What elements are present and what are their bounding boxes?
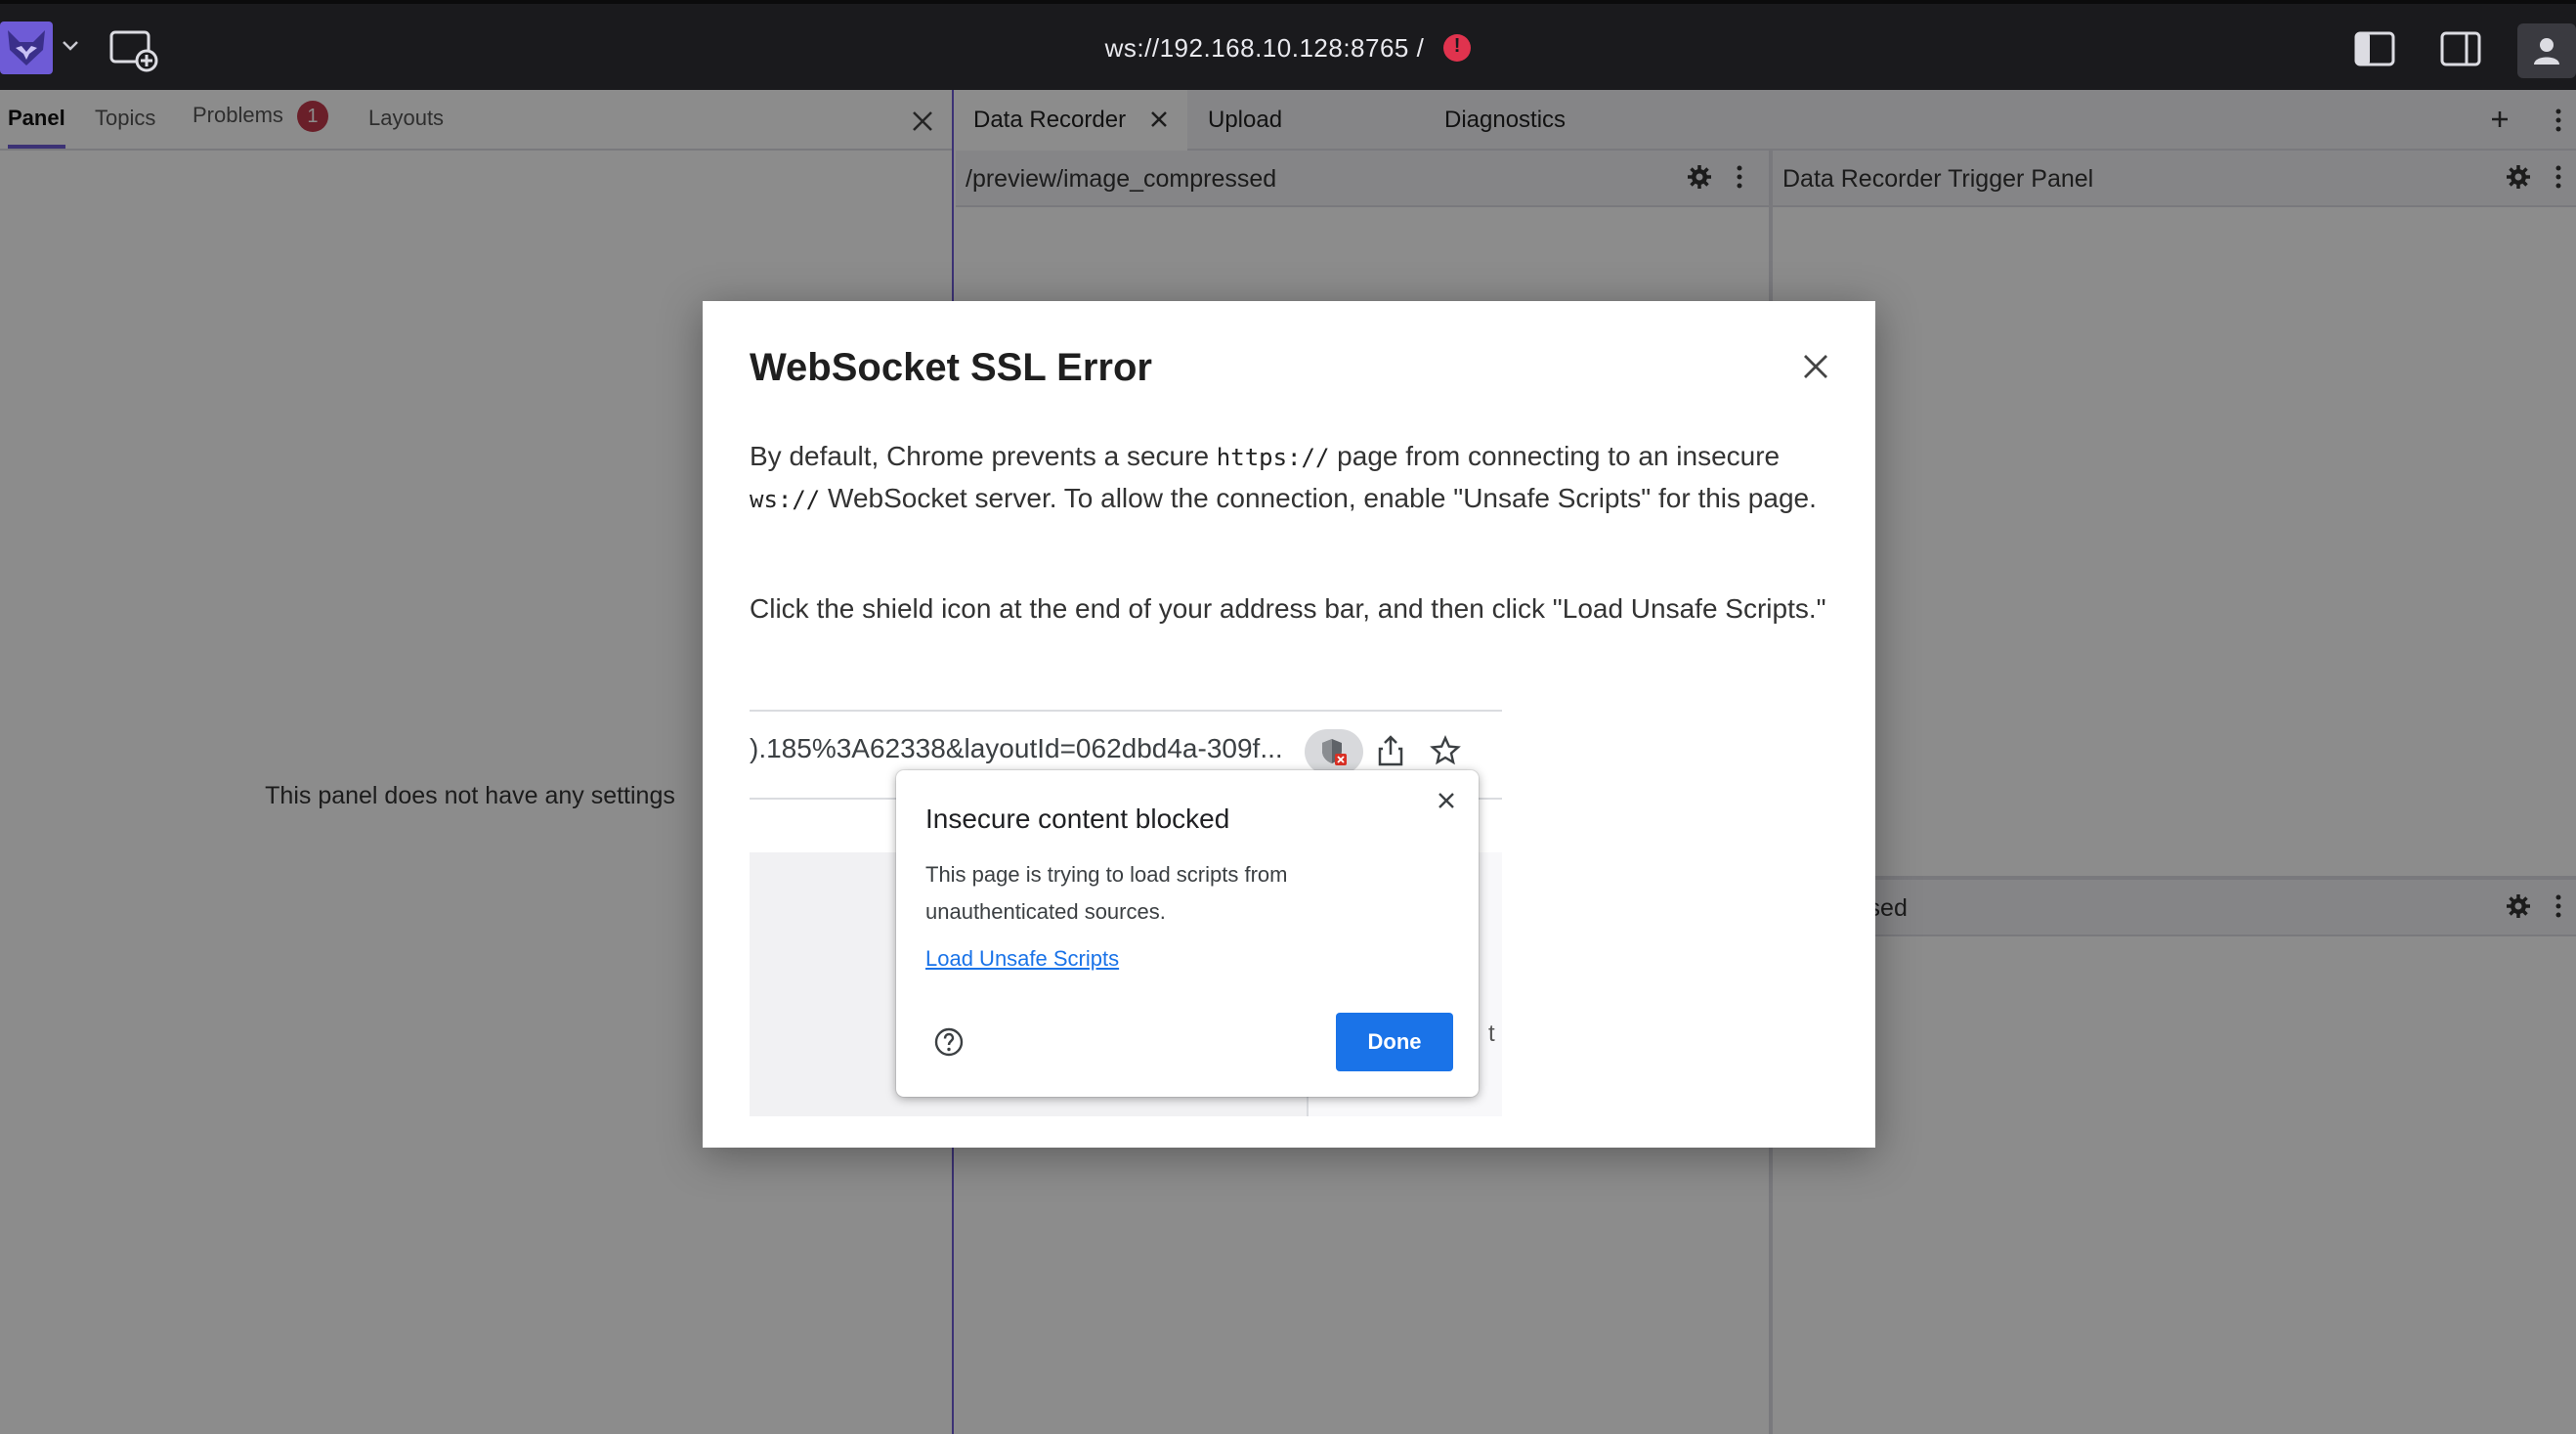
error-indicator-icon[interactable] xyxy=(1443,34,1472,62)
address-bar-url: ).185%3A62338&layoutId=062dbd4a-309f... xyxy=(750,733,1283,763)
popup-body: This page is trying to load scripts from… xyxy=(925,862,1288,924)
instruction-screenshot: ).185%3A62338&layoutId=062dbd4a-309f... xyxy=(750,702,1502,1116)
explanation-text: WebSocket server. To allow the connectio… xyxy=(820,483,1817,513)
close-icon[interactable] xyxy=(1801,352,1830,381)
right-sidebar-toggle-icon[interactable] xyxy=(2439,29,2482,68)
help-icon xyxy=(934,1027,964,1057)
popup-title: Insecure content blocked xyxy=(925,804,1230,834)
explanation-text: page from connecting to an insecure xyxy=(1329,441,1781,471)
user-avatar-button[interactable] xyxy=(2517,23,2576,78)
load-unsafe-scripts-link: Load Unsafe Scripts xyxy=(925,946,1120,971)
close-icon xyxy=(1438,793,1454,808)
https-code: https:// xyxy=(1216,444,1330,471)
done-button: Done xyxy=(1336,1013,1453,1071)
user-icon xyxy=(2534,38,2559,65)
share-icon xyxy=(1378,735,1403,766)
connection-status[interactable]: ws://192.168.10.128:8765 / xyxy=(0,33,2576,64)
app-toolbar: ws://192.168.10.128:8765 / xyxy=(0,0,2576,90)
star-icon xyxy=(1430,735,1461,765)
clipped-text: t xyxy=(1488,1021,1495,1047)
address-bar: ).185%3A62338&layoutId=062dbd4a-309f... xyxy=(750,712,1502,774)
explanation-text: By default, Chrome prevents a secure xyxy=(750,441,1217,471)
dialog-title: WebSocket SSL Error xyxy=(750,346,1152,389)
connection-url: ws://192.168.10.128:8765 / xyxy=(1104,33,1425,63)
dialog-explanation: By default, Chrome prevents a secure htt… xyxy=(750,436,1834,520)
insecure-content-popup: Insecure content blocked This page is tr… xyxy=(896,770,1479,1097)
ws-code: ws:// xyxy=(750,486,821,513)
dialog-instructions: Click the shield icon at the end of your… xyxy=(750,593,1826,624)
shield-blocked-icon xyxy=(1322,739,1347,765)
left-sidebar-toggle-icon[interactable] xyxy=(2353,29,2396,68)
shield-button xyxy=(1305,729,1363,774)
ssl-error-dialog: WebSocket SSL Error By default, Chrome p… xyxy=(703,301,1875,1148)
